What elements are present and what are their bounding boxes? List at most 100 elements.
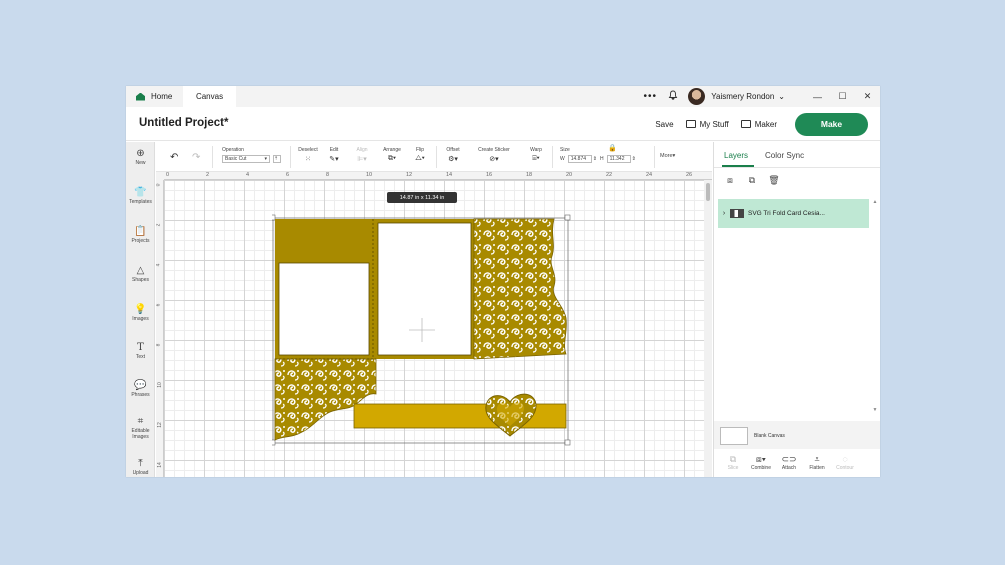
stepper-icon[interactable]: ⇕ xyxy=(593,156,597,162)
sidebar-item-images[interactable]: 💡 Images xyxy=(126,304,155,322)
more-button[interactable]: More▾ xyxy=(660,153,675,159)
stepper-icon[interactable]: ⇕ xyxy=(632,156,636,162)
pen-icon: ✎▾ xyxy=(329,156,339,163)
offset-label: Offset xyxy=(446,147,460,153)
ruler-vertical: 0 2 4 6 8 10 12 14 xyxy=(156,180,164,477)
my-stuff-button[interactable]: My Stuff xyxy=(685,120,729,129)
tab-home-label: Home xyxy=(151,92,173,101)
project-title[interactable]: Untitled Project* xyxy=(139,117,228,129)
flip-label: Flip xyxy=(415,147,425,153)
layer-item[interactable]: › SVG Tri Fold Card Cesia... xyxy=(718,199,869,228)
trash-icon[interactable]: 🗑 xyxy=(768,174,780,186)
deselect-label: Deselect xyxy=(298,147,318,153)
ruler-tick-label: 8 xyxy=(326,172,330,178)
sidebar-item-new[interactable]: ⊕ New xyxy=(126,148,155,166)
offset-button[interactable]: Offset ⚙▾ xyxy=(442,147,464,163)
pen-toggle-icon[interactable]: ⇡ xyxy=(273,155,281,163)
attach-button[interactable]: ⊂⊃ Attach xyxy=(775,449,803,477)
toolbar-divider xyxy=(654,146,655,168)
save-button[interactable]: Save xyxy=(655,120,673,129)
ruler-tick-label: 2 xyxy=(156,224,161,227)
group-icon[interactable]: ⧈ xyxy=(724,174,736,186)
tab-layers[interactable]: Layers xyxy=(724,151,748,160)
user-avatar[interactable] xyxy=(688,88,706,105)
user-name[interactable]: Yaismery Rondon xyxy=(711,92,774,101)
scroll-down-icon[interactable]: ▼ xyxy=(872,407,878,413)
sidebar-item-label: New xyxy=(135,160,146,166)
create-sticker-button[interactable]: Create Sticker ⊘▾ xyxy=(474,147,514,163)
sidebar-item-upload[interactable]: ⤒ Upload xyxy=(126,458,155,476)
flip-icon: ⧍▾ xyxy=(415,155,425,162)
ruler-tick-label: 16 xyxy=(486,172,493,178)
align-icon: ⊫▾ xyxy=(357,156,367,163)
close-button[interactable]: ✕ xyxy=(855,91,880,102)
flatten-button[interactable]: ⩡ Flatten xyxy=(803,449,831,477)
tri-fold-card-design[interactable] xyxy=(272,214,572,446)
ruler-tick-label: 24 xyxy=(646,172,653,178)
operation-select[interactable]: Basic Cut ▾ xyxy=(222,155,270,163)
flatten-icon: ⩡ xyxy=(814,454,820,464)
design-canvas[interactable]: 02468101214161820222426 02468101214 xyxy=(156,172,712,477)
duplicate-icon[interactable]: ⧉ xyxy=(746,174,758,186)
ruler-tick-label: 12 xyxy=(406,172,413,178)
width-input[interactable]: 14.874 xyxy=(567,155,592,163)
operation-control[interactable]: Operation Basic Cut ▾ ⇡ xyxy=(222,147,281,163)
shapes-icon: △ xyxy=(136,265,145,276)
layer-tools: ⧈ ⧉ 🗑 xyxy=(724,174,790,188)
edit-button[interactable]: Edit ✎▾ xyxy=(324,147,344,163)
sidebar-item-projects[interactable]: 📋 Projects xyxy=(126,226,155,244)
sidebar-item-editable-images[interactable]: ⌗ Editable Images xyxy=(126,416,155,440)
size-tooltip: 14.87 in x 11.34 in xyxy=(387,192,457,203)
tab-canvas[interactable]: Canvas xyxy=(183,86,236,107)
arrange-button[interactable]: Arrange ⧉▾ xyxy=(380,147,404,163)
redo-icon: ↷ xyxy=(192,152,201,163)
lock-icon[interactable]: 🔒 xyxy=(608,144,617,152)
ruler-tick-label: 26 xyxy=(686,172,693,178)
maker-button[interactable]: Maker xyxy=(740,120,777,129)
middle-panel-window xyxy=(377,222,472,356)
sidebar-item-label: Templates xyxy=(129,199,152,205)
canvas-scrollbar[interactable] xyxy=(704,180,712,477)
chevron-right-icon[interactable]: › xyxy=(718,210,730,217)
minimize-button[interactable]: — xyxy=(805,92,830,102)
deselect-button[interactable]: Deselect ⁙ xyxy=(296,147,320,163)
size-label: Size xyxy=(560,147,570,153)
maximize-button[interactable]: ☐ xyxy=(830,91,855,102)
layer-name: SVG Tri Fold Card Cesia... xyxy=(748,210,825,217)
chevron-down-icon[interactable]: ⌄ xyxy=(778,92,785,101)
deselect-icon: ⁙ xyxy=(305,156,311,163)
layer-actions: ⧉ Slice ⧈▾ Combine ⊂⊃ Attach ⩡ Flatten ◌… xyxy=(714,449,880,477)
flip-button[interactable]: Flip ⧍▾ xyxy=(410,147,430,163)
combine-button[interactable]: ⧈▾ Combine xyxy=(747,449,775,477)
more-options-icon[interactable]: ••• xyxy=(637,91,663,102)
sidebar-item-label: Shapes xyxy=(132,277,149,283)
ruler-horizontal: 0 2 4 6 8 10 12 14 16 18 20 22 24 26 xyxy=(164,172,712,180)
scrollbar-thumb[interactable] xyxy=(706,183,710,201)
make-button[interactable]: Make xyxy=(795,112,868,136)
undo-icon[interactable]: ↶ xyxy=(170,152,178,163)
warp-button[interactable]: Warp ⌸▾ xyxy=(526,147,546,163)
ruler-tick-label: 4 xyxy=(156,264,161,267)
sidebar-item-templates[interactable]: 👕 Templates xyxy=(126,187,155,205)
slice-icon: ⧉ xyxy=(729,454,737,464)
size-control: Size W 14.874 ⇕ H 11.342 ⇕ xyxy=(560,147,636,163)
title-bar: Home Canvas ••• Yaismery Rondon ⌄ — ☐ ✕ xyxy=(126,86,880,107)
blank-canvas-thumbnail[interactable] xyxy=(720,427,748,445)
tab-color-sync[interactable]: Color Sync xyxy=(765,151,804,160)
operation-value: Basic Cut xyxy=(225,156,247,162)
sidebar-item-shapes[interactable]: △ Shapes xyxy=(126,265,155,283)
sticker-icon: ⊘▾ xyxy=(489,156,499,163)
attach-label: Attach xyxy=(781,465,797,471)
layers-scrollbar[interactable]: ▲ ▼ xyxy=(872,199,878,419)
project-header: Untitled Project* Save My Stuff Maker Ma… xyxy=(126,107,880,141)
sidebar-item-text[interactable]: T Text xyxy=(126,342,155,360)
height-input[interactable]: 11.342 xyxy=(606,155,631,163)
ruler-tick-label: 2 xyxy=(206,172,210,178)
blank-canvas-row[interactable]: Blank Canvas xyxy=(714,421,880,449)
tab-home[interactable]: Home xyxy=(126,86,182,107)
left-sidebar: ⊕ New 👕 Templates 📋 Projects △ Shapes 💡 … xyxy=(126,142,155,477)
text-icon: T xyxy=(137,342,144,353)
bell-icon[interactable] xyxy=(663,90,683,103)
scroll-up-icon[interactable]: ▲ xyxy=(872,199,878,205)
sidebar-item-phrases[interactable]: 💬 Phrases xyxy=(126,380,155,398)
